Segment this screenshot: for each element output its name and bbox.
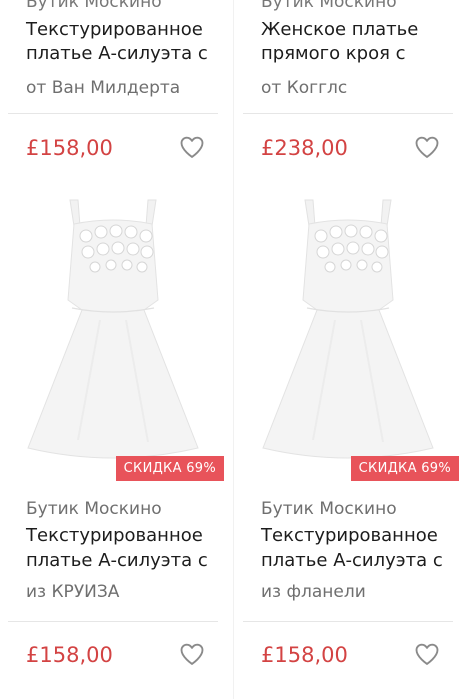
divider	[8, 113, 218, 114]
product-brand: Бутик Москино	[26, 0, 162, 12]
product-title-line1[interactable]: Текстурированное	[26, 19, 203, 40]
discount-badge: СКИДКА 69%	[115, 456, 224, 481]
product-title-line2[interactable]: прямого кроя с	[261, 43, 406, 64]
product-brand: Бутик Москино	[261, 499, 397, 519]
product-price: £158,00	[26, 643, 113, 667]
product-subtitle: из фланели	[261, 582, 366, 602]
product-title-line2[interactable]: платье А-силуэта с	[261, 550, 443, 571]
product-subtitle: из КРУИЗА	[26, 582, 120, 602]
product-brand: Бутик Москино	[26, 499, 162, 519]
product-image-dress[interactable]	[8, 180, 218, 485]
product-column-right: Бутик Москино Женское платье прямого кро…	[243, 0, 459, 699]
discount-badge: СКИДКА 69%	[350, 456, 459, 481]
product-title-line1[interactable]: Текстурированное	[26, 525, 203, 546]
heart-outline-icon[interactable]	[178, 133, 206, 161]
product-title-line1[interactable]: Текстурированное	[261, 525, 438, 546]
heart-outline-icon[interactable]	[413, 640, 441, 668]
product-title-line2[interactable]: платье А-силуэта с	[26, 550, 208, 571]
divider	[8, 621, 218, 622]
product-brand: Бутик Москино	[261, 0, 397, 12]
divider	[243, 113, 453, 114]
product-price: £158,00	[261, 643, 348, 667]
column-divider	[233, 0, 234, 699]
product-price: £158,00	[26, 136, 113, 160]
product-subtitle: от Когглс	[261, 78, 348, 98]
product-title-line1[interactable]: Женское платье	[261, 19, 418, 40]
heart-outline-icon[interactable]	[413, 133, 441, 161]
product-title-line2[interactable]: платье А-силуэта с	[26, 43, 208, 64]
product-subtitle: от Ван Милдерта	[26, 78, 181, 98]
product-image-dress[interactable]	[243, 180, 453, 485]
heart-outline-icon[interactable]	[178, 640, 206, 668]
divider	[243, 621, 453, 622]
product-column-left: Бутик Москино Текстурированное платье А-…	[8, 0, 224, 699]
product-price: £238,00	[261, 136, 348, 160]
